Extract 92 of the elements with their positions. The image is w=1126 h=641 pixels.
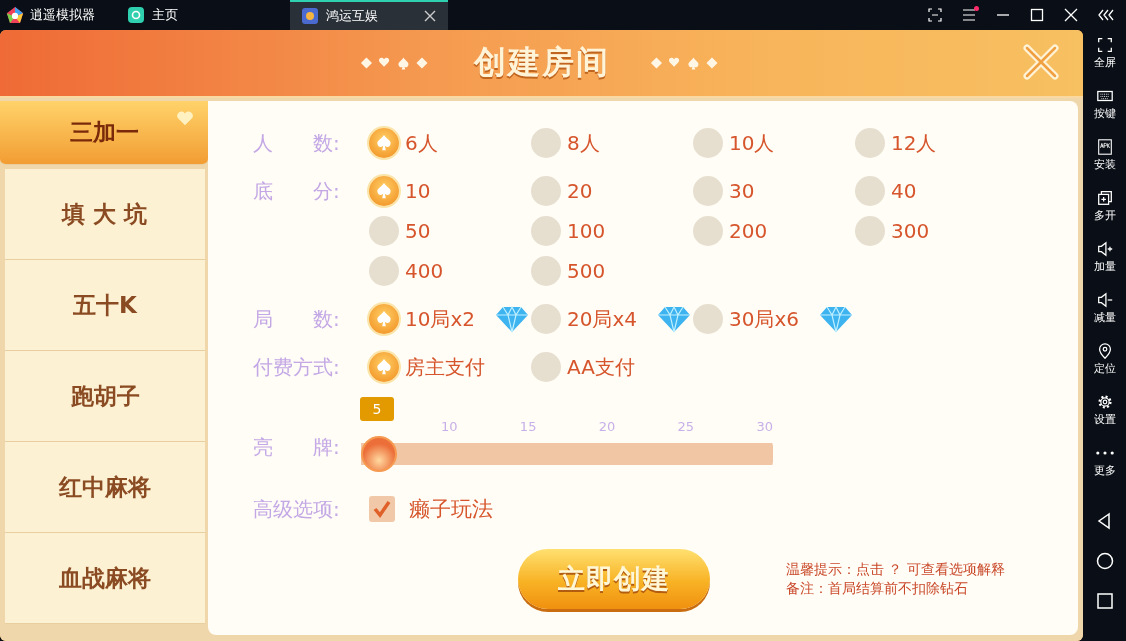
radio-indicator[interactable] [531, 128, 561, 158]
game-tab[interactable]: 跑胡子 [5, 351, 205, 442]
radio-indicator[interactable] [855, 128, 885, 158]
game-tab[interactable]: 红中麻将 [5, 442, 205, 533]
sidebar-button[interactable]: 按键 [1093, 87, 1116, 134]
radio-indicator[interactable] [693, 176, 723, 206]
radio-indicator[interactable] [369, 216, 399, 246]
tick-label: 25 [677, 418, 695, 436]
option-radio[interactable]: 30 [693, 175, 855, 207]
option-radio[interactable]: 10 [369, 175, 531, 207]
option-radio[interactable]: 50 [369, 215, 531, 247]
apk-icon [1095, 138, 1114, 156]
radio-indicator[interactable] [531, 216, 561, 246]
radio-indicator[interactable] [369, 352, 399, 382]
volume-down-icon [1095, 291, 1114, 309]
radio-indicator[interactable] [693, 128, 723, 158]
option-radio[interactable]: 500 [531, 255, 693, 287]
option-radio[interactable]: 6人 [369, 127, 531, 159]
game-tab[interactable]: 三加一 [0, 101, 208, 165]
close-icon[interactable] [424, 10, 436, 22]
radio-indicator[interactable] [855, 216, 885, 246]
radio-indicator[interactable] [531, 256, 561, 286]
multi-window-icon [1095, 189, 1114, 207]
option-radio[interactable]: 12人 [855, 127, 1017, 159]
radio-indicator[interactable] [855, 176, 885, 206]
sidebar-button[interactable]: 设置 [1093, 393, 1116, 440]
collapse-icon[interactable] [1098, 8, 1116, 22]
option-radio[interactable]: 40 [855, 175, 1017, 207]
sidebar-button[interactable]: 定位 [1093, 342, 1116, 389]
close-button[interactable] [1021, 42, 1061, 82]
option-label: 高级选项: [253, 496, 341, 523]
home-tab-icon [128, 7, 144, 23]
option-radio[interactable]: 100 [531, 215, 693, 247]
more-icon [1095, 451, 1114, 455]
sidebar-button[interactable]: 减量 [1093, 291, 1116, 338]
tip-text: 备注：首局结算前不扣除钻石 [786, 579, 969, 598]
tick-label: 10 [441, 418, 458, 436]
option-label: 付费方式: [253, 354, 341, 381]
game-app-icon [302, 8, 318, 24]
sidebar-button[interactable]: 多开 [1093, 189, 1116, 236]
option-label: 底 分: [253, 178, 341, 205]
game-tab[interactable]: 血战麻将 [5, 533, 205, 624]
screenshot-icon[interactable] [928, 8, 942, 22]
option-radio[interactable]: 400 [369, 255, 531, 287]
tick-label: 30 [756, 418, 773, 436]
slider-thumb[interactable] [361, 435, 397, 472]
sidebar-button[interactable]: 安装 [1093, 138, 1116, 185]
sidebar-button[interactable]: 更多 [1093, 444, 1116, 491]
radio-indicator[interactable] [531, 176, 561, 206]
option-radio[interactable]: 20 [531, 175, 693, 207]
checkbox-label: 癞子玩法 [409, 496, 493, 523]
window-tab[interactable]: 鸿运互娱 [290, 0, 448, 30]
radio-indicator[interactable] [693, 304, 723, 334]
option-radio[interactable]: 8人 [531, 127, 693, 159]
option-radio[interactable]: AA支付 [531, 351, 693, 383]
game-tab[interactable]: 五十K [5, 260, 205, 351]
radio-indicator[interactable] [531, 304, 561, 334]
window-tab[interactable]: 主页 [116, 0, 190, 30]
option-radio[interactable]: 10人 [693, 127, 855, 159]
option-radio[interactable]: 200 [693, 215, 855, 247]
option-label: 局 数: [253, 306, 341, 333]
radio-indicator[interactable] [369, 176, 399, 206]
radio-indicator[interactable] [369, 128, 399, 158]
radio-indicator[interactable] [693, 216, 723, 246]
app-logo-icon [6, 6, 24, 24]
radio-indicator[interactable] [531, 352, 561, 382]
option-radio[interactable]: 300 [855, 215, 1017, 247]
radio-indicator[interactable] [369, 304, 399, 334]
settings-icon [1095, 393, 1114, 411]
checkbox[interactable] [369, 496, 395, 522]
maximize-icon[interactable] [1030, 8, 1044, 22]
option-label: 人 数: [253, 130, 341, 157]
tick-label: 15 [519, 418, 537, 436]
dialog-title: 创建房间 [473, 42, 610, 83]
game-tab[interactable]: 填 大 坑 [5, 169, 205, 260]
tick-label: 20 [598, 418, 616, 436]
volume-up-icon [1095, 240, 1114, 258]
option-radio[interactable]: 30局x6 [693, 303, 855, 335]
tip-text: 温馨提示：点击 ？ 可查看选项解释 [786, 560, 1005, 579]
recents-icon[interactable] [1094, 591, 1115, 611]
sidebar-button[interactable]: 加量 [1093, 240, 1116, 287]
option-radio[interactable]: 10局x2 [369, 303, 531, 335]
option-label: 亮 牌: [253, 434, 341, 461]
slider-value: 5 [360, 396, 394, 421]
fullscreen-icon [1095, 36, 1114, 54]
menu-icon[interactable] [962, 8, 976, 22]
option-radio[interactable]: 房主支付 [369, 351, 531, 383]
sidebar-button[interactable]: 全屏 [1093, 36, 1116, 83]
home-icon[interactable] [1094, 551, 1115, 571]
app-name: 逍遥模拟器 [30, 6, 95, 24]
option-radio[interactable]: 20局x4 [531, 303, 693, 335]
radio-indicator[interactable] [369, 256, 399, 286]
